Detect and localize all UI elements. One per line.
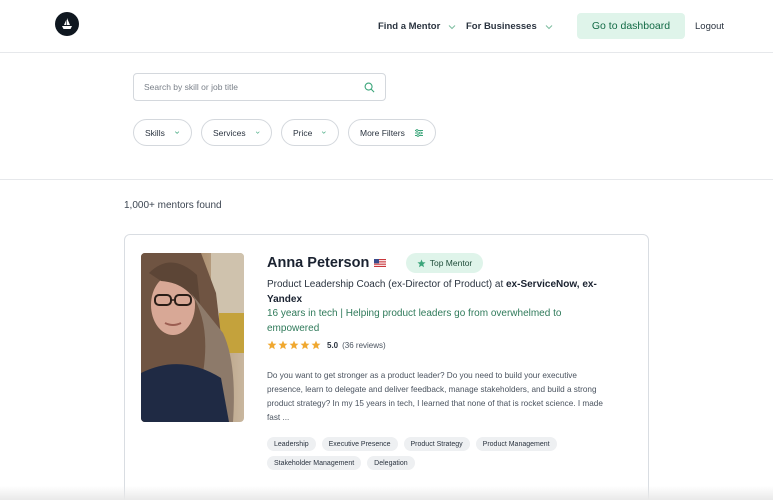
services-filter-label: Services <box>213 127 246 138</box>
chevron-down-icon <box>322 131 327 134</box>
skill-tag[interactable]: Product Strategy <box>403 437 470 451</box>
search-icon[interactable] <box>364 82 375 93</box>
services-filter[interactable]: Services <box>201 119 272 146</box>
us-flag-icon <box>374 259 386 267</box>
chevron-down-icon <box>255 131 260 134</box>
top-mentor-label: Top Mentor <box>429 258 473 268</box>
more-filters-button[interactable]: More Filters <box>348 119 436 146</box>
skill-tag[interactable]: Stakeholder Management <box>267 456 362 470</box>
chevron-down-icon <box>448 24 456 29</box>
logo[interactable] <box>55 12 79 36</box>
role-text: Product Leadership Coach (ex-Director of… <box>267 279 506 290</box>
star-icon <box>267 340 277 350</box>
skill-tag[interactable]: Product Management <box>475 437 557 451</box>
mentor-tagline: 16 years in tech | Helping product leade… <box>267 308 562 334</box>
mentor-name[interactable]: Anna Peterson <box>267 255 369 271</box>
star-icon <box>278 340 288 350</box>
top-header: Find a Mentor For Businesses Go to dashb… <box>0 0 773 53</box>
chevron-down-icon <box>174 131 180 134</box>
nav-business-label: For Businesses <box>466 21 537 32</box>
top-mentor-badge: Top Mentor <box>406 253 483 273</box>
skill-tags: Leadership Executive Presence Product St… <box>267 437 627 470</box>
filter-bar: Skills Services Price More Filters <box>133 119 436 146</box>
star-icon <box>300 340 310 350</box>
skills-filter-label: Skills <box>145 127 165 138</box>
skill-tag[interactable]: Leadership <box>267 437 316 451</box>
price-filter[interactable]: Price <box>281 119 339 146</box>
mentor-bio: Do you want to get stronger as a product… <box>267 371 603 422</box>
skills-filter[interactable]: Skills <box>133 119 192 146</box>
more-filters-label: More Filters <box>360 127 405 138</box>
results-count: 1,000+ mentors found <box>124 200 222 211</box>
nav-for-businesses[interactable]: For Businesses <box>466 0 554 53</box>
bottom-shadow <box>0 486 773 500</box>
search-input[interactable] <box>144 82 364 92</box>
mentor-card[interactable]: Anna Peterson Top Mentor Product Leaders… <box>124 234 649 500</box>
mentor-role: Product Leadership Coach (ex-Director of… <box>267 278 607 307</box>
go-to-dashboard-button[interactable]: Go to dashboard <box>577 13 685 39</box>
mentor-portrait-image <box>141 253 244 422</box>
chevron-down-icon <box>545 24 553 29</box>
mentor-rating: 5.0 (36 reviews) <box>267 340 386 350</box>
skill-tag[interactable]: Executive Presence <box>321 437 398 451</box>
logout-link[interactable]: Logout <box>695 0 724 53</box>
star-icon <box>311 340 321 350</box>
boat-logo-icon <box>62 18 72 29</box>
star-icon <box>289 340 299 350</box>
nav-find-label: Find a Mentor <box>378 21 441 32</box>
mentor-photo[interactable] <box>141 253 244 422</box>
rating-stars <box>267 340 321 350</box>
section-divider <box>0 179 773 180</box>
search-box[interactable] <box>133 73 386 101</box>
review-count[interactable]: (36 reviews) <box>342 341 386 350</box>
price-filter-label: Price <box>293 127 313 138</box>
skill-tag[interactable]: Delegation <box>367 456 415 470</box>
sliders-icon <box>414 128 423 137</box>
star-icon <box>417 259 426 267</box>
rating-score: 5.0 <box>327 340 339 350</box>
nav-find-a-mentor[interactable]: Find a Mentor <box>378 0 457 53</box>
